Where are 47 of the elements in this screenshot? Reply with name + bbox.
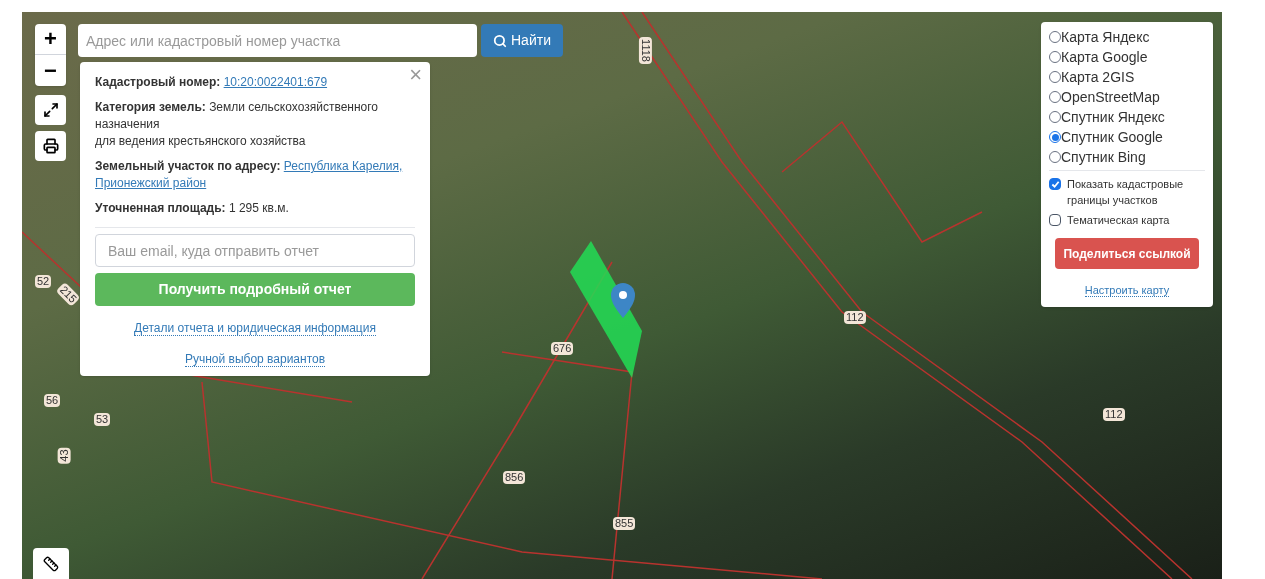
ruler-icon [43, 555, 59, 572]
expand-icon [42, 102, 59, 118]
map-pin-icon[interactable] [611, 283, 635, 318]
parcel-field: Земельный участок по адресу: Республика Карелия, Прионежский район [95, 158, 415, 192]
land-parcel-highlight[interactable] [570, 241, 642, 378]
share-link-button[interactable]: Поделиться ссылкой [1055, 238, 1199, 269]
info-link[interactable]: Детали отчета и юридическая информация [134, 321, 376, 336]
layer-option[interactable]: Спутник Яндекс [1049, 107, 1205, 127]
parcel-number-label: 856 [503, 471, 526, 484]
parcel-number-label: 52 [35, 275, 52, 288]
option-checkbox-row[interactable]: Показать кадастровые границы участков [1049, 176, 1205, 208]
layer-option[interactable]: Карта Google [1049, 47, 1205, 67]
parcel-number-label: 1118 [638, 37, 652, 64]
info-link[interactable]: Ручной выбор вариантов [184, 352, 326, 367]
fullscreen-button[interactable] [35, 95, 66, 125]
field-link[interactable]: 10:20:0022401:679 [223, 75, 328, 89]
layer-option[interactable]: Спутник Google [1049, 127, 1205, 147]
parcel-number-label: 43 [57, 447, 71, 464]
parcel-field: Категория земель: Земли сельскохозяйственного назначения для ведения крестьянского хозяйства [95, 99, 415, 150]
ruler-button[interactable] [33, 548, 69, 579]
search-icon [493, 33, 507, 48]
checkmark-icon [1050, 179, 1060, 189]
parcel-number-label: 676 [551, 342, 574, 355]
print-button[interactable] [35, 131, 66, 161]
layer-option[interactable]: Карта 2GIS [1049, 67, 1205, 87]
satellite-map[interactable] [22, 12, 1222, 579]
email-field[interactable]: Ваш email, куда отправить отчет [95, 234, 415, 267]
map-settings-link[interactable]: Настроить карту [1084, 284, 1170, 297]
field-link[interactable]: Прионежский район [95, 176, 207, 190]
search-button[interactable]: Найти [481, 24, 563, 57]
search-field[interactable]: Адрес или кадастровый номер участка [78, 24, 477, 57]
option-checkbox-row[interactable]: Тематическая карта [1049, 212, 1205, 228]
zoom-out-button[interactable]: − [35, 55, 66, 86]
checkbox[interactable] [1049, 178, 1061, 190]
layer-option[interactable]: Спутник Bing [1049, 147, 1205, 167]
parcel-number-label: 112 [844, 311, 866, 324]
parcel-number-label: 112 [1103, 408, 1125, 421]
layer-option[interactable]: Карта Яндекс [1049, 27, 1205, 47]
parcel-number-label: 56 [44, 394, 61, 407]
parcel-field: Уточненная площадь: 1 295 кв.м. [95, 200, 415, 217]
checkbox[interactable] [1049, 214, 1061, 226]
parcel-number-label: 855 [613, 517, 636, 530]
zoom-in-button[interactable]: + [35, 24, 66, 55]
printer-icon [42, 138, 59, 154]
field-link[interactable]: Республика Карелия, [283, 159, 403, 173]
parcel-number-label: 53 [94, 413, 111, 426]
layer-option[interactable]: OpenStreetMap [1049, 87, 1205, 107]
